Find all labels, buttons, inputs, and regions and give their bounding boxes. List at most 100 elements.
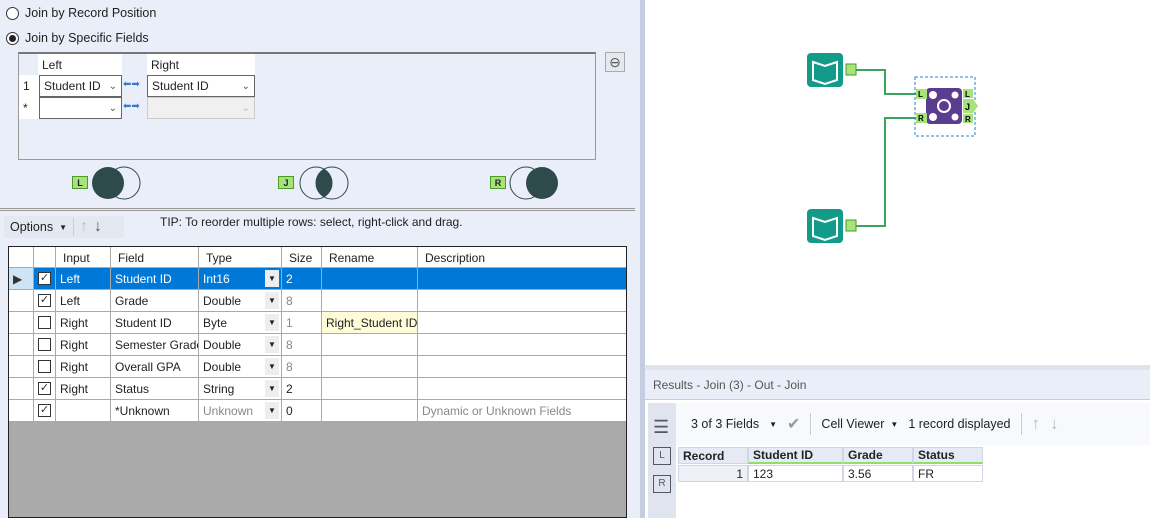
header-size[interactable]: Size xyxy=(282,247,322,268)
join-tool[interactable]: L R L J R xyxy=(914,76,978,137)
row-selector[interactable] xyxy=(9,400,34,421)
input-tool-1[interactable] xyxy=(807,53,857,87)
include-checkbox[interactable] xyxy=(38,316,51,329)
table-row[interactable]: Right Semester Grade Double ▼ 8 xyxy=(9,334,626,356)
cell-rename[interactable]: Right_Student ID xyxy=(322,312,418,333)
type-dropdown-button[interactable]: ▼ xyxy=(265,358,279,375)
cell-input[interactable]: Right xyxy=(56,334,111,355)
cell-type[interactable]: Unknown ▼ xyxy=(199,400,282,421)
include-checkbox[interactable]: ✓ xyxy=(38,404,51,417)
scroll-up-button[interactable]: ↑ xyxy=(1032,414,1041,434)
table-row[interactable]: ✓ Left Grade Double ▼ 8 xyxy=(9,290,626,312)
cell-field[interactable]: Student ID xyxy=(111,312,199,333)
results-cell-student-id[interactable]: 123 xyxy=(748,465,843,482)
results-cell-status[interactable]: FR xyxy=(913,465,983,482)
include-checkbox[interactable] xyxy=(38,338,51,351)
include-checkbox[interactable]: ✓ xyxy=(38,294,51,307)
header-description[interactable]: Description xyxy=(418,247,626,268)
left-field-select[interactable]: Student ID ⌄ xyxy=(39,75,122,97)
row-selector[interactable] xyxy=(9,356,34,377)
move-down-button[interactable]: ↓ xyxy=(94,218,102,236)
splitter[interactable] xyxy=(0,208,635,211)
row-selector[interactable] xyxy=(9,312,34,333)
cell-field[interactable]: Status xyxy=(111,378,199,399)
cell-description[interactable] xyxy=(418,312,626,333)
cell-input[interactable]: Left xyxy=(56,268,111,289)
cell-size[interactable]: 8 xyxy=(282,356,322,377)
cell-rename[interactable] xyxy=(322,334,418,355)
results-cell-grade[interactable]: 3.56 xyxy=(843,465,913,482)
cell-input[interactable]: Right xyxy=(56,312,111,333)
cell-viewer-dropdown[interactable]: Cell Viewer xyxy=(821,417,884,431)
radio-circle[interactable] xyxy=(6,6,19,20)
include-checkbox[interactable]: ✓ xyxy=(38,272,51,285)
apply-check-icon[interactable]: ✔ xyxy=(787,414,800,434)
cell-input[interactable]: Left xyxy=(56,290,111,311)
cell-description[interactable]: Dynamic or Unknown Fields xyxy=(418,400,626,421)
cell-description[interactable] xyxy=(418,378,626,399)
cell-description[interactable] xyxy=(418,290,626,311)
radio-join-by-fields[interactable]: Join by Specific Fields xyxy=(6,31,149,45)
radio-circle[interactable] xyxy=(6,31,19,45)
cell-size[interactable]: 8 xyxy=(282,334,322,355)
workflow-canvas[interactable]: L R L J R xyxy=(645,0,1150,365)
cell-rename[interactable] xyxy=(322,400,418,421)
results-header-student-id[interactable]: Student ID xyxy=(748,447,843,464)
cell-rename[interactable] xyxy=(322,378,418,399)
options-dropdown[interactable]: Options xyxy=(10,220,53,234)
cell-type[interactable]: Byte ▼ xyxy=(199,312,282,333)
table-row[interactable]: ▶ ✓ Left Student ID Int16 ▼ 2 xyxy=(9,268,626,290)
table-row[interactable]: ✓ *Unknown Unknown ▼ 0 Dynamic or Unknown Fie… xyxy=(9,400,626,422)
right-field-select[interactable]: Student ID ⌄ xyxy=(147,75,255,97)
cell-size[interactable]: 2 xyxy=(282,268,322,289)
cell-description[interactable] xyxy=(418,334,626,355)
cell-field[interactable]: Semester Grade xyxy=(111,334,199,355)
cell-type[interactable]: Double ▼ xyxy=(199,334,282,355)
table-row[interactable]: Right Overall GPA Double ▼ 8 xyxy=(9,356,626,378)
row-selector[interactable] xyxy=(9,378,34,399)
remove-row-button[interactable]: ⊖ xyxy=(605,52,625,72)
cell-input[interactable]: Right xyxy=(56,356,111,377)
header-rename[interactable]: Rename xyxy=(322,247,418,268)
left-anchor-tab[interactable]: L xyxy=(653,447,671,465)
type-dropdown-button[interactable]: ▼ xyxy=(265,380,279,397)
results-cell-record[interactable]: 1 xyxy=(678,465,748,482)
cell-description[interactable] xyxy=(418,356,626,377)
cell-type[interactable]: Double ▼ xyxy=(199,290,282,311)
cell-field[interactable]: *Unknown xyxy=(111,400,199,421)
cell-size[interactable]: 1 xyxy=(282,312,322,333)
cell-description[interactable] xyxy=(418,268,626,289)
cell-size[interactable]: 2 xyxy=(282,378,322,399)
all-fields-icon[interactable]: ☰ xyxy=(653,417,669,438)
fields-dropdown[interactable]: 3 of 3 Fields xyxy=(691,417,759,431)
move-up-button[interactable]: ↑ xyxy=(73,218,88,236)
cell-input[interactable]: Right xyxy=(56,378,111,399)
type-dropdown-button[interactable]: ▼ xyxy=(265,402,279,419)
include-checkbox[interactable] xyxy=(38,360,51,373)
type-dropdown-button[interactable]: ▼ xyxy=(265,314,279,331)
table-row[interactable]: ✓ Right Status String ▼ 2 xyxy=(9,378,626,400)
cell-rename[interactable] xyxy=(322,356,418,377)
header-input[interactable]: Input xyxy=(56,247,111,268)
cell-size[interactable]: 0 xyxy=(282,400,322,421)
radio-join-by-position[interactable]: Join by Record Position xyxy=(6,6,156,20)
results-header-status[interactable]: Status xyxy=(913,447,983,464)
cell-rename[interactable] xyxy=(322,290,418,311)
row-selector[interactable] xyxy=(9,334,34,355)
results-header-grade[interactable]: Grade xyxy=(843,447,913,464)
type-dropdown-button[interactable]: ▼ xyxy=(265,270,279,287)
type-dropdown-button[interactable]: ▼ xyxy=(265,336,279,353)
cell-input[interactable] xyxy=(56,400,111,421)
scroll-down-button[interactable]: ↓ xyxy=(1050,414,1059,434)
cell-type[interactable]: String ▼ xyxy=(199,378,282,399)
header-field[interactable]: Field xyxy=(111,247,199,268)
cell-type[interactable]: Int16 ▼ xyxy=(199,268,282,289)
left-field-select-new[interactable]: ⌄ xyxy=(39,97,122,119)
cell-field[interactable]: Grade xyxy=(111,290,199,311)
cell-rename[interactable] xyxy=(322,268,418,289)
table-row[interactable]: Right Student ID Byte ▼ 1 Right_Student ID xyxy=(9,312,626,334)
header-type[interactable]: Type xyxy=(199,247,282,268)
cell-field[interactable]: Overall GPA xyxy=(111,356,199,377)
results-header-record[interactable]: Record xyxy=(678,447,748,464)
right-anchor-tab[interactable]: R xyxy=(653,475,671,493)
